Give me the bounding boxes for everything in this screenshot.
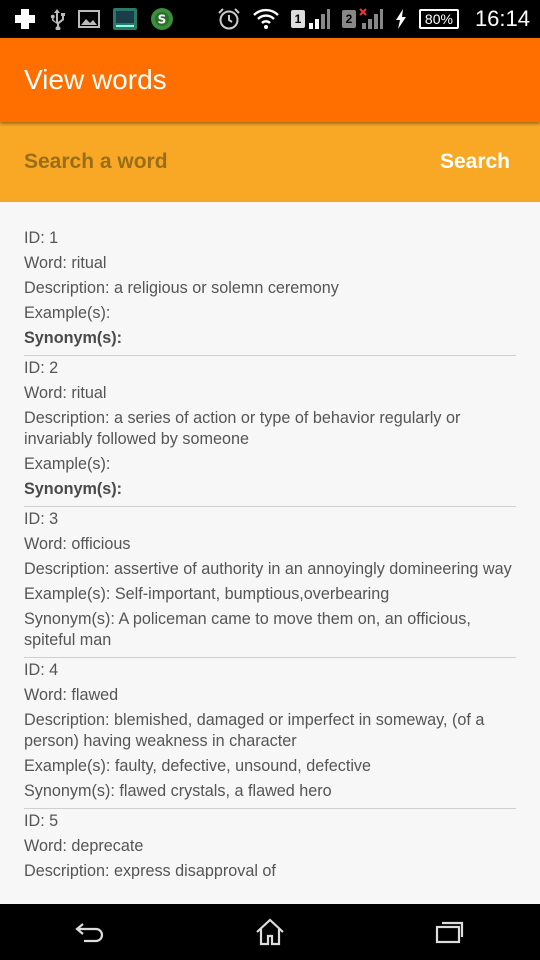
list-item[interactable]: ID: 4 Word: flawed Description: blemishe… <box>24 660 516 809</box>
svg-text:S: S <box>158 13 167 27</box>
entry-examples: Example(s): <box>24 455 111 473</box>
entry-examples: Example(s): <box>24 304 111 322</box>
entry-description: Description: a series of action or type … <box>24 409 461 448</box>
entry-id: ID: 2 <box>24 359 59 377</box>
s-app-icon: S <box>150 7 174 31</box>
word-list[interactable]: ID: 1 Word: ritual Description: a religi… <box>0 202 540 879</box>
screen: S 1 2 80% 16:14 View words Search a word… <box>0 0 540 960</box>
entry-description: Description: assertive of authority in a… <box>24 560 512 578</box>
screen-app-icon <box>112 7 138 31</box>
entry-id: ID: 5 <box>24 812 59 830</box>
search-bar: Search <box>0 122 540 202</box>
entry-synonyms: Synonym(s): A policeman came to move the… <box>24 610 471 649</box>
entry-examples: Example(s): faulty, defective, unsound, … <box>24 757 372 775</box>
plus-notification-icon <box>14 7 36 31</box>
search-input[interactable] <box>24 140 384 184</box>
image-icon <box>78 7 100 31</box>
entry-word: Word: ritual <box>24 254 107 272</box>
entry-synonyms: Synonym(s): flawed crystals, a flawed he… <box>24 782 332 800</box>
home-icon[interactable] <box>230 904 310 960</box>
battery-indicator: 80% <box>418 9 459 29</box>
list-item[interactable]: ID: 3 Word: officious Description: asser… <box>24 509 516 658</box>
sim2-label: 2 <box>341 10 356 28</box>
status-bar: S 1 2 80% 16:14 <box>0 0 540 38</box>
entry-word: Word: flawed <box>24 686 119 704</box>
entry-examples: Example(s): Self-important, bumptious,ov… <box>24 585 390 603</box>
entry-id: ID: 3 <box>24 510 59 528</box>
navigation-bar <box>0 904 540 960</box>
entry-id: ID: 1 <box>24 229 59 247</box>
list-item[interactable]: ID: 2 Word: ritual Description: a series… <box>24 358 516 507</box>
entry-synonyms: Synonym(s): <box>24 329 123 347</box>
list-item[interactable]: ID: 1 Word: ritual Description: a religi… <box>24 228 516 356</box>
entry-description: Description: express disapproval of <box>24 862 276 879</box>
app-bar: View words <box>0 38 540 122</box>
back-icon[interactable] <box>50 904 130 960</box>
entry-description: Description: a religious or solemn cerem… <box>24 279 339 297</box>
list-item[interactable]: ID: 5 Word: deprecate Description: expre… <box>24 811 516 879</box>
search-button[interactable]: Search <box>440 150 510 174</box>
entry-description: Description: blemished, damaged or imper… <box>24 711 485 750</box>
wifi-icon <box>253 7 279 31</box>
usb-icon <box>48 7 66 31</box>
entry-word: Word: ritual <box>24 384 107 402</box>
status-clock: 16:14 <box>474 6 530 31</box>
sim1-signal-icon: 1 <box>290 7 330 31</box>
entry-word: Word: officious <box>24 535 131 553</box>
page-title: View words <box>24 64 167 95</box>
entry-synonyms: Synonym(s): <box>24 480 123 498</box>
sim2-signal-icon: 2 <box>341 7 383 31</box>
entry-id: ID: 4 <box>24 661 59 679</box>
sim1-label: 1 <box>290 10 305 28</box>
charging-icon <box>395 7 407 31</box>
entry-word: Word: deprecate <box>24 837 144 855</box>
recent-apps-icon[interactable] <box>410 904 490 960</box>
alarm-icon <box>217 7 241 31</box>
